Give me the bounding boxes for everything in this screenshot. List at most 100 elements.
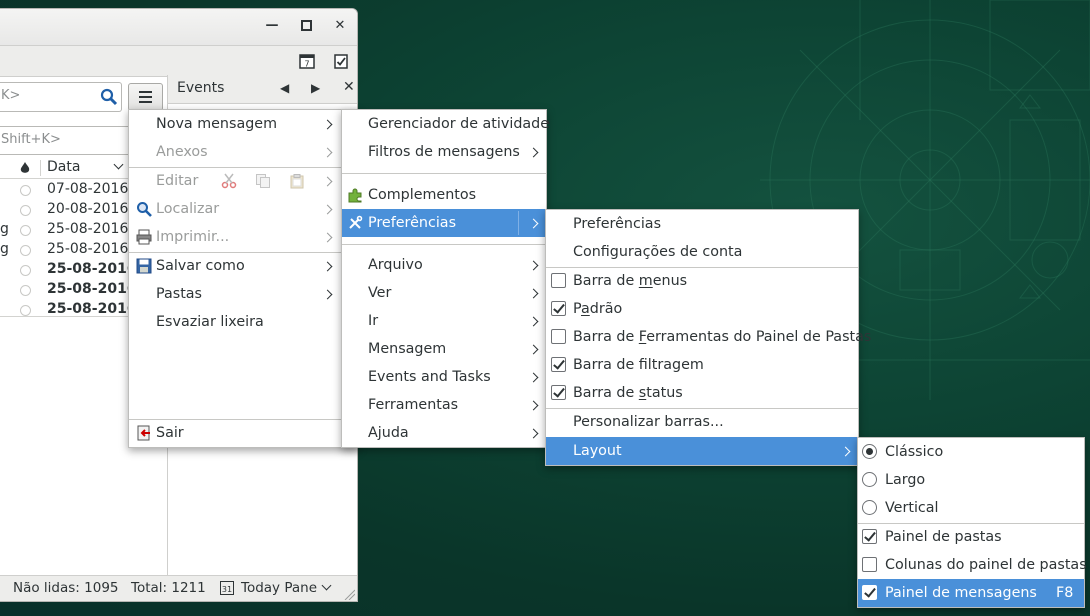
- search-placeholder: K>: [1, 88, 21, 103]
- menu-item-empty-trash[interactable]: Esvaziar lixeira: [129, 308, 341, 336]
- chevron-right-icon: [322, 261, 333, 272]
- chevron-right-icon: [528, 218, 539, 229]
- menu-item-account-settings[interactable]: Configurações de conta: [546, 238, 858, 266]
- previous-arrow-icon[interactable]: ◀: [280, 81, 289, 95]
- menu-item-preferences-dialog[interactable]: Preferências: [546, 210, 858, 238]
- status-dot[interactable]: [20, 265, 31, 276]
- layout-submenu: Clássico Largo Vertical Painel de pastas…: [857, 437, 1087, 608]
- chevron-right-icon: [528, 288, 539, 299]
- chevron-right-icon: [528, 400, 539, 411]
- menu-item-print[interactable]: Imprimir...: [129, 223, 341, 251]
- menu-item-view[interactable]: Ver: [342, 279, 546, 307]
- maximize-icon[interactable]: [298, 18, 314, 34]
- menu-item-message-pane[interactable]: Painel de mensagens F8: [858, 579, 1084, 607]
- menu-item-customize-toolbars[interactable]: Personalizar barras...: [546, 408, 858, 436]
- menu-item-folder-pane[interactable]: Painel de pastas: [858, 523, 1084, 551]
- save-icon: [136, 258, 152, 274]
- app-menu-tools-column: Gerenciador de atividade Filtros de mens…: [341, 109, 549, 448]
- close-pane-icon[interactable]: ✕: [343, 79, 355, 95]
- chevron-right-icon: [528, 147, 539, 158]
- wide-radio[interactable]: [862, 472, 877, 487]
- title-bar[interactable]: — ✕: [0, 9, 357, 45]
- menu-item-new-message[interactable]: Nova mensagem: [129, 110, 341, 138]
- chevron-right-icon: [322, 147, 333, 158]
- menu-item-go[interactable]: Ir: [342, 307, 546, 335]
- column-date[interactable]: Data: [47, 159, 80, 175]
- menu-item-layout-wide[interactable]: Largo: [858, 466, 1084, 494]
- filter-bar-checkbox[interactable]: [551, 357, 566, 372]
- default-toolbar-checkbox[interactable]: [551, 301, 566, 316]
- search-icon[interactable]: [100, 88, 118, 106]
- chevron-right-icon: [322, 119, 333, 130]
- status-bar-checkbox[interactable]: [551, 385, 566, 400]
- cut-icon[interactable]: [221, 173, 237, 189]
- menu-item-message-filters[interactable]: Filtros de mensagens: [342, 138, 546, 166]
- menu-item-events-tasks[interactable]: Events and Tasks: [342, 363, 546, 391]
- preferences-submenu: Preferências Configurações de conta Barr…: [545, 209, 871, 466]
- menu-item-attachments[interactable]: Anexos: [129, 138, 341, 166]
- vertical-radio[interactable]: [862, 500, 877, 515]
- paste-icon[interactable]: [289, 173, 305, 189]
- chevron-right-icon: [528, 316, 539, 327]
- message-pane-checkbox[interactable]: [862, 585, 877, 600]
- total-count: Total: 1211: [131, 580, 206, 596]
- menu-item-tools[interactable]: Ferramentas: [342, 391, 546, 419]
- chevron-right-icon: [528, 260, 539, 271]
- menu-item-layout-vertical[interactable]: Vertical: [858, 494, 1084, 522]
- next-arrow-icon[interactable]: ▶: [311, 81, 320, 95]
- hamburger-icon: [139, 91, 152, 103]
- status-dot[interactable]: [20, 205, 31, 216]
- menu-item-folders[interactable]: Pastas: [129, 280, 341, 308]
- resize-grip-icon[interactable]: [343, 588, 355, 600]
- menu-item-folder-pane-columns[interactable]: Colunas do painel de pastas: [858, 551, 1087, 579]
- chevron-down-icon[interactable]: [321, 580, 332, 591]
- flame-icon[interactable]: [20, 162, 30, 174]
- chevron-right-icon: [528, 344, 539, 355]
- tools-icon: [349, 215, 363, 229]
- menu-item-edit[interactable]: Editar: [129, 167, 341, 195]
- menu-item-file[interactable]: Arquivo: [342, 251, 546, 279]
- menu-item-save-as[interactable]: Salvar como: [129, 252, 341, 280]
- today-pane-toggle[interactable]: Today Pane: [241, 580, 317, 596]
- menu-item-message[interactable]: Mensagem: [342, 335, 546, 363]
- menu-item-menu-bar[interactable]: Barra de menus: [546, 267, 858, 295]
- folder-pane-checkbox[interactable]: [862, 529, 877, 544]
- menu-item-activity-manager[interactable]: Gerenciador de atividade: [342, 110, 549, 138]
- tasks-icon[interactable]: [333, 53, 349, 69]
- classic-radio[interactable]: [862, 444, 877, 459]
- app-menu-button[interactable]: [128, 83, 163, 111]
- search-input[interactable]: K>: [0, 82, 122, 112]
- chevron-right-icon: [322, 232, 333, 243]
- menu-item-filter-bar[interactable]: Barra de filtragem: [546, 351, 858, 379]
- menu-item-layout[interactable]: Layout: [546, 437, 858, 465]
- menu-item-addons[interactable]: Complementos: [342, 181, 546, 209]
- calendar-icon[interactable]: 7: [299, 53, 315, 69]
- chevron-down-icon[interactable]: [113, 159, 124, 170]
- folder-toolbar-checkbox[interactable]: [551, 329, 566, 344]
- folder-pane-columns-checkbox[interactable]: [862, 557, 877, 572]
- menu-item-help[interactable]: Ajuda: [342, 419, 546, 447]
- app-menu: Nova mensagem Anexos Editar Localizar Im…: [128, 109, 550, 448]
- status-dot[interactable]: [20, 225, 31, 236]
- menu-item-preferences[interactable]: Preferências: [342, 209, 546, 237]
- status-dot[interactable]: [20, 305, 31, 316]
- status-dot[interactable]: [20, 185, 31, 196]
- menu-bar-checkbox[interactable]: [551, 273, 566, 288]
- events-header: Events ◀ ▶ ✕: [168, 75, 357, 104]
- close-icon[interactable]: ✕: [332, 18, 348, 34]
- minimize-icon[interactable]: —: [264, 18, 280, 34]
- copy-icon[interactable]: [255, 173, 271, 189]
- chevron-right-icon: [322, 176, 333, 187]
- menu-item-default-toolbar[interactable]: Padrão: [546, 295, 858, 323]
- menu-item-layout-classic[interactable]: Clássico: [858, 438, 1084, 466]
- events-title: Events: [177, 80, 225, 96]
- menu-item-folder-pane-toolbar[interactable]: Barra de Ferramentas do Painel de Pastas: [546, 323, 871, 351]
- chevron-right-icon: [528, 372, 539, 383]
- status-dot[interactable]: [20, 285, 31, 296]
- menu-item-quit[interactable]: Sair: [129, 419, 341, 447]
- message-pane-shortcut: F8: [1056, 585, 1074, 601]
- secondary-toolbar: 7: [0, 45, 357, 77]
- menu-item-find[interactable]: Localizar: [129, 195, 341, 223]
- status-dot[interactable]: [20, 245, 31, 256]
- menu-item-status-bar[interactable]: Barra de status: [546, 379, 858, 407]
